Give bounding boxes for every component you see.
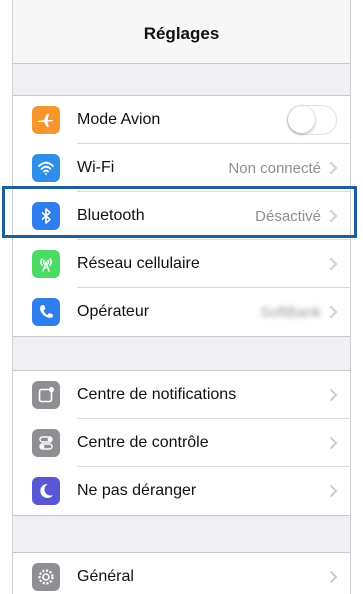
row-label: Centre de notifications — [77, 386, 237, 403]
airplane-icon — [32, 106, 60, 134]
row-label: Opérateur — [77, 303, 150, 320]
chevron-right-icon — [329, 257, 338, 271]
row-label: Réseau cellulaire — [77, 255, 200, 272]
moon-icon — [32, 477, 60, 505]
chevron-right-icon — [329, 388, 338, 402]
row-label: Wi-Fi — [77, 159, 115, 176]
bluetooth-icon — [32, 202, 60, 230]
row-cellular[interactable]: Réseau cellulaire — [13, 240, 350, 288]
settings-group-centers: Centre de notifications Centre de contrô… — [13, 370, 350, 516]
row-do-not-disturb[interactable]: Ne pas déranger — [13, 467, 350, 515]
row-control-center[interactable]: Centre de contrôle — [13, 419, 350, 467]
chevron-right-icon — [329, 570, 338, 584]
settings-group-connectivity: Mode Avion Wi-Fi Non connecté Bluetooth … — [13, 95, 350, 337]
row-notification-center[interactable]: Centre de notifications — [13, 371, 350, 419]
bluetooth-status: Désactivé — [255, 208, 321, 225]
chevron-right-icon — [329, 161, 338, 175]
toggle-knob — [288, 106, 315, 133]
page-title: Réglages — [143, 24, 220, 43]
notifications-icon — [32, 381, 60, 409]
chevron-right-icon — [329, 305, 338, 319]
chevron-right-icon — [329, 436, 338, 450]
cellular-icon — [32, 250, 60, 278]
row-general[interactable]: Général — [13, 553, 350, 594]
control-center-icon — [32, 429, 60, 457]
row-label: Général — [77, 568, 134, 585]
row-label: Centre de contrôle — [77, 434, 209, 451]
wifi-icon — [32, 154, 60, 182]
row-carrier[interactable]: Opérateur SoftBank — [13, 288, 350, 336]
row-airplane-mode[interactable]: Mode Avion — [13, 96, 350, 144]
row-label: Ne pas déranger — [77, 482, 197, 499]
settings-screen: Réglages Mode Avion Wi-Fi Non connecté B… — [12, 0, 351, 594]
carrier-name: SoftBank — [260, 304, 321, 321]
chevron-right-icon — [329, 484, 338, 498]
row-bluetooth[interactable]: Bluetooth Désactivé — [13, 192, 350, 240]
wifi-status: Non connecté — [228, 160, 321, 177]
row-wifi[interactable]: Wi-Fi Non connecté — [13, 144, 350, 192]
chevron-right-icon — [329, 209, 338, 223]
airplane-mode-toggle[interactable] — [287, 105, 337, 135]
navigation-bar: Réglages — [13, 0, 350, 64]
row-label: Bluetooth — [77, 207, 145, 224]
settings-group-general: Général — [13, 552, 350, 594]
gear-icon — [32, 563, 60, 591]
row-label: Mode Avion — [77, 111, 161, 128]
phone-icon — [32, 298, 60, 326]
